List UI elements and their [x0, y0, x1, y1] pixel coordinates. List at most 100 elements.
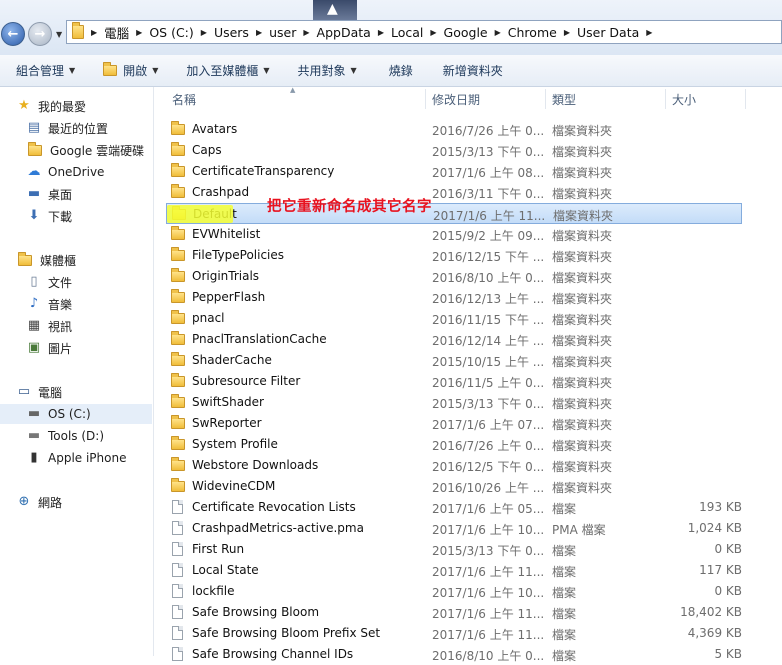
breadcrumb-arrow-icon[interactable]: ▶ [646, 28, 652, 37]
nav-item-label: 下載 [48, 209, 73, 224]
column-separator[interactable] [545, 89, 546, 109]
breadcrumb-arrow-icon[interactable]: ▶ [564, 28, 570, 37]
breadcrumb-arrow-icon[interactable]: ▶ [430, 28, 436, 37]
folder-row[interactable]: Caps 2015/3/13 下午 0... 檔案資料夾 [166, 140, 742, 161]
organize-button[interactable]: 組合管理 ▼ [16, 62, 75, 79]
share-button[interactable]: 共用對象 ▼ [298, 62, 357, 79]
file-row[interactable]: Safe Browsing Bloom 2017/1/6 上午 11... 檔案 18… [166, 602, 742, 623]
new-folder-button[interactable]: 新增資料夾 [443, 62, 503, 79]
nav-tools-d[interactable]: ▬ Tools (D:) [26, 426, 104, 446]
file-date: 2017/1/6 上午 11... [432, 607, 545, 621]
folder-row[interactable]: OriginTrials 2016/8/10 上午 0... 檔案資料夾 [166, 266, 742, 287]
nav-os-c[interactable]: ▬ OS (C:) [0, 404, 152, 424]
breadcrumb-item[interactable]: ▶ AppData [296, 25, 370, 40]
open-button[interactable]: 開啟 ▼ [103, 62, 158, 79]
nav-downloads[interactable]: ⬇ 下載 [26, 206, 72, 226]
file-row[interactable]: First Run 2015/3/13 下午 0... 檔案 0 KB [166, 539, 742, 560]
folder-row[interactable]: Webstore Downloads 2016/12/5 下午 0... 檔案資料夾 [166, 455, 742, 476]
forward-button[interactable]: → [28, 22, 52, 46]
folder-row[interactable]: SwiftShader 2015/3/13 下午 0... 檔案資料夾 [166, 392, 742, 413]
file-name: Local State [192, 563, 259, 577]
recent-pages-dropdown-icon[interactable]: ▼ [56, 30, 62, 39]
nav-libraries[interactable]: 媒體櫃 [16, 250, 76, 270]
nav-item-label: Tools (D:) [48, 429, 105, 443]
file-name: OriginTrials [192, 269, 260, 283]
file-date: 2016/11/5 上午 0... [432, 376, 545, 390]
folder-row[interactable]: SwReporter 2017/1/6 上午 07... 檔案資料夾 [166, 413, 742, 434]
column-header-date[interactable]: 修改日期 [432, 87, 480, 111]
breadcrumb-item[interactable]: ▶ Users [194, 25, 249, 40]
nav-computer-label: 電腦 [38, 385, 63, 400]
folder-row[interactable]: FileTypePolicies 2016/12/15 下午 ... 檔案資料夾 [166, 245, 742, 266]
nav-favorites[interactable]: ★ 我的最愛 [16, 96, 86, 116]
file-name: Safe Browsing Channel IDs [192, 647, 354, 661]
star-icon: ★ [18, 98, 30, 113]
breadcrumb-label: Chrome [507, 24, 557, 40]
file-type: 檔案 [552, 544, 577, 558]
column-separator[interactable] [425, 89, 426, 109]
column-separator[interactable] [665, 89, 666, 109]
breadcrumb-item[interactable]: ▶ 電腦 [84, 23, 129, 42]
file-row[interactable]: Local State 2017/1/6 上午 11... 檔案 117 KB [166, 560, 742, 581]
folder-row[interactable]: Default2017/1/6 上午 11...檔案資料夾 [166, 203, 742, 224]
back-button[interactable]: ← [1, 22, 25, 46]
breadcrumb-end[interactable]: ▶ [639, 28, 659, 37]
file-row[interactable]: Certificate Revocation Lists 2017/1/6 上午 … [166, 497, 742, 518]
breadcrumb-arrow-icon[interactable]: ▶ [91, 28, 97, 37]
folder-row[interactable]: Crashpad 2016/3/11 下午 0... 檔案資料夾 [166, 182, 742, 203]
file-type: 檔案資料夾 [552, 397, 613, 411]
folder-row[interactable]: EVWhitelist 2015/9/2 上午 09... 檔案資料夾 [166, 224, 742, 245]
breadcrumb-item[interactable]: ▶ User Data [557, 25, 639, 40]
file-row[interactable]: lockfile 2017/1/6 上午 10... 檔案 0 KB [166, 581, 742, 602]
breadcrumb-item[interactable]: ▶ Chrome [488, 25, 557, 40]
nav-apple-iphone[interactable]: ▮ Apple iPhone [26, 448, 126, 468]
file-row[interactable]: Safe Browsing Channel IDs 2016/8/10 上午 0.… [166, 644, 742, 665]
nav-onedrive[interactable]: ☁ OneDrive [26, 162, 105, 182]
nav-network[interactable]: ⊕ 網路 [16, 492, 62, 512]
file-type: 檔案資料夾 [552, 376, 613, 390]
folder-row[interactable]: PepperFlash 2016/12/13 上午 ... 檔案資料夾 [166, 287, 742, 308]
nav-google-drive[interactable]: Google 雲端硬碟 [26, 140, 144, 160]
folder-row[interactable]: Avatars 2016/7/26 上午 0... 檔案資料夾 [166, 119, 742, 140]
breadcrumb-item[interactable]: ▶ Google [423, 25, 487, 40]
folder-row[interactable]: pnacl 2016/11/15 下午 ... 檔案資料夾 [166, 308, 742, 329]
nav-documents[interactable]: ▯ 文件 [26, 272, 72, 292]
breadcrumb-item[interactable]: ▶ OS (C:) [129, 25, 194, 40]
share-label: 共用對象 [297, 64, 346, 78]
file-row[interactable]: CrashpadMetrics-active.pma 2017/1/6 上午 10… [166, 518, 742, 539]
burn-button[interactable]: 燒錄 [389, 62, 413, 79]
folder-row[interactable]: WidevineCDM 2016/10/26 上午 ... 檔案資料夾 [166, 476, 742, 497]
music-icon: ♪ [29, 296, 39, 311]
folder-row[interactable]: ShaderCache 2015/10/15 上午 ... 檔案資料夾 [166, 350, 742, 371]
column-separator[interactable] [745, 89, 746, 109]
folder-row[interactable]: PnaclTranslationCache 2016/12/14 上午 ... 檔案… [166, 329, 742, 350]
breadcrumb-arrow-icon[interactable]: ▶ [136, 28, 142, 37]
file-row[interactable]: Safe Browsing Bloom Prefix Set 2017/1/6 上… [166, 623, 742, 644]
column-header-size[interactable]: 大小 [672, 87, 696, 111]
folder-row[interactable]: Subresource Filter 2016/11/5 上午 0... 檔案資料夾 [166, 371, 742, 392]
file-size: 5 KB [714, 647, 742, 661]
nav-pictures[interactable]: ▣ 圖片 [26, 338, 72, 358]
folder-icon [171, 457, 185, 471]
include-library-button[interactable]: 加入至媒體櫃 ▼ [186, 62, 269, 79]
nav-recent-places[interactable]: ▤ 最近的位置 [26, 118, 108, 138]
breadcrumb-arrow-icon[interactable]: ▶ [256, 28, 262, 37]
column-header-name[interactable]: 名稱 [172, 87, 196, 111]
column-header-type[interactable]: 類型 [552, 87, 576, 111]
nav-videos[interactable]: ▦ 視訊 [26, 316, 72, 336]
address-box[interactable]: ▶ 電腦 ▶ OS (C:) ▶ Users ▶ user ▶ AppData ▶ Local ▶ Goo… [66, 20, 782, 44]
file-date: 2017/1/6 上午 11... [432, 628, 545, 642]
breadcrumb-arrow-icon[interactable]: ▶ [378, 28, 384, 37]
file-icon [172, 500, 183, 514]
breadcrumb-arrow-icon[interactable]: ▶ [303, 28, 309, 37]
file-type: 檔案資料夾 [552, 187, 613, 201]
nav-music[interactable]: ♪ 音樂 [26, 294, 72, 314]
nav-desktop[interactable]: ▬ 桌面 [26, 184, 72, 204]
nav-computer[interactable]: ▭ 電腦 [16, 382, 62, 402]
breadcrumb-arrow-icon[interactable]: ▶ [495, 28, 501, 37]
folder-row[interactable]: System Profile 2016/7/26 上午 0... 檔案資料夾 [166, 434, 742, 455]
breadcrumb-arrow-icon[interactable]: ▶ [201, 28, 207, 37]
breadcrumb-item[interactable]: ▶ user [249, 25, 296, 40]
folder-row[interactable]: CertificateTransparency 2017/1/6 上午 08...… [166, 161, 742, 182]
breadcrumb-item[interactable]: ▶ Local [371, 25, 424, 40]
